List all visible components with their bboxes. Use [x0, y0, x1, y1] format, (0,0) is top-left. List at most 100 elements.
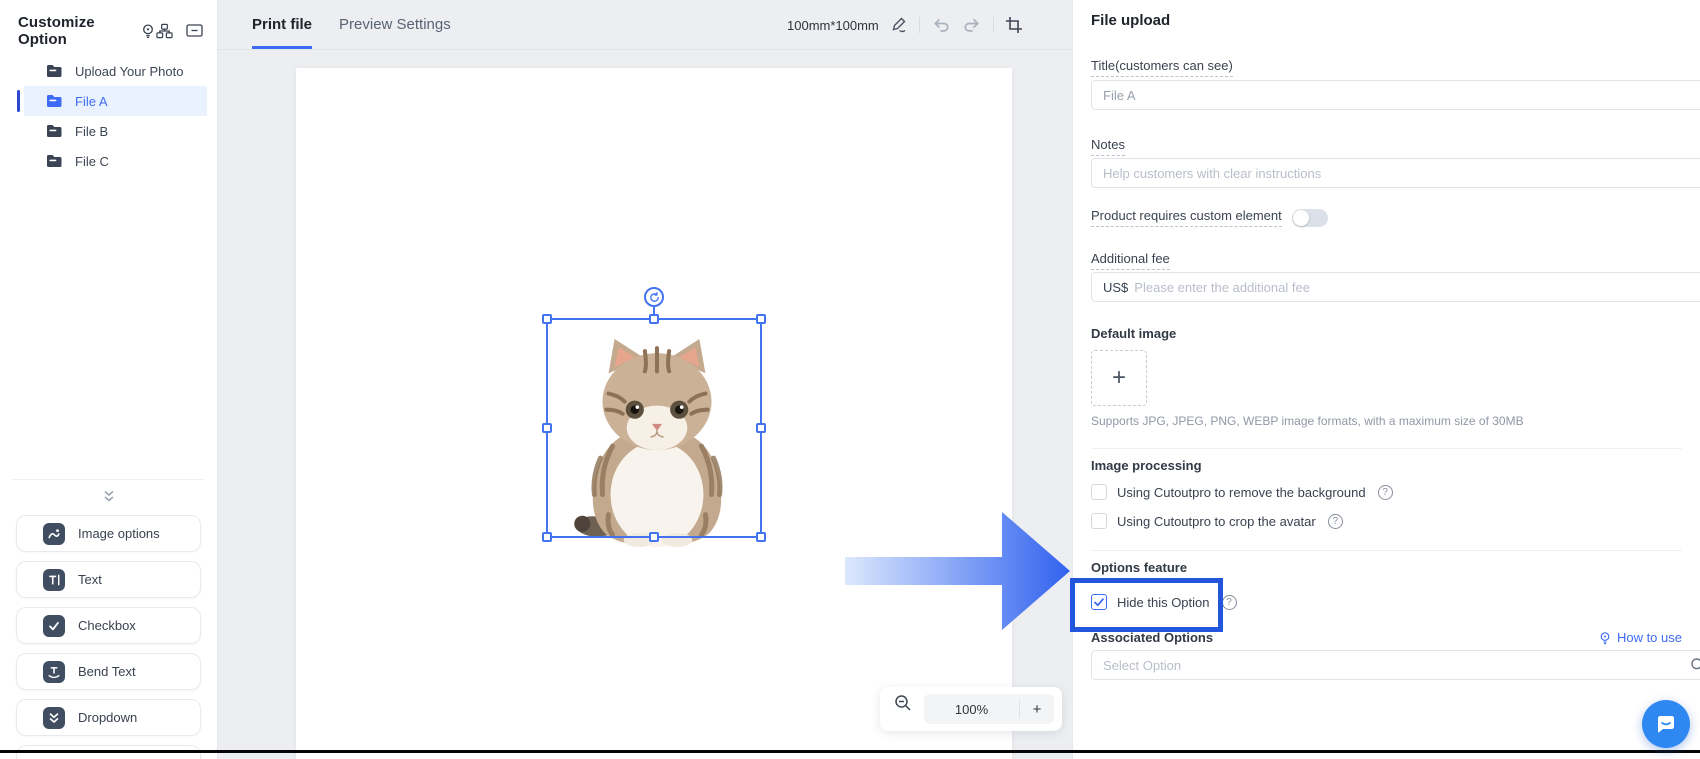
settings-panel: File upload Title(customers can see) Not…	[1072, 0, 1700, 759]
help-icon[interactable]: ?	[1328, 514, 1343, 529]
sidebar-title: Customize Option	[18, 14, 134, 48]
associated-options-row: Associated Options How to use	[1091, 630, 1682, 645]
selection-box[interactable]	[546, 318, 762, 538]
file-tree: Upload Your Photo File A File B File C	[0, 56, 217, 176]
resize-handle-bottom[interactable]	[649, 532, 659, 542]
resize-handle-top-left[interactable]	[542, 314, 552, 324]
custom-element-label: Product requires custom element	[1091, 208, 1282, 227]
zoom-out-icon[interactable]	[894, 694, 912, 712]
custom-element-toggle[interactable]	[1292, 209, 1328, 227]
redo-icon[interactable]	[962, 16, 982, 34]
image-options-icon	[43, 523, 65, 545]
chevrons-down-icon	[103, 490, 115, 503]
app-root: Customize Option	[0, 0, 1700, 759]
remove-background-label: Using Cutoutpro to remove the background	[1117, 485, 1366, 500]
tree-item-upload-your-photo[interactable]: Upload Your Photo	[24, 56, 207, 86]
edit-size-icon[interactable]	[890, 16, 908, 34]
zoom-level: 100%	[924, 702, 1019, 717]
artboard[interactable]	[296, 68, 1012, 759]
notes-field	[1091, 158, 1700, 188]
upload-hint: Supports JPG, JPEG, PNG, WEBP image form…	[1091, 414, 1682, 428]
tool-text[interactable]: Text	[16, 561, 201, 598]
tool-dropdown[interactable]: Dropdown	[16, 699, 201, 736]
notes-label: Notes	[1091, 137, 1125, 156]
bulb-icon	[1598, 631, 1612, 645]
tree-item-label: File C	[75, 154, 109, 169]
zoom-in-button[interactable]: +	[1020, 701, 1054, 718]
tree-item-file-c[interactable]: File C	[24, 146, 207, 176]
associated-options-field	[1091, 650, 1700, 680]
bend-text-icon	[43, 661, 65, 683]
folder-collapse-icon[interactable]	[186, 23, 203, 39]
sidebar-header: Customize Option	[18, 14, 203, 48]
resize-handle-right[interactable]	[756, 423, 766, 433]
rotate-handle[interactable]	[644, 287, 664, 307]
how-to-use-text: How to use	[1617, 630, 1682, 645]
tool-checkbox[interactable]: Checkbox	[16, 607, 201, 644]
undo-icon[interactable]	[931, 16, 951, 34]
tab-preview-settings[interactable]: Preview Settings	[339, 0, 451, 49]
tool-label: Text	[78, 572, 102, 587]
check-icon	[1094, 598, 1104, 607]
how-to-use-link[interactable]: How to use	[1598, 630, 1682, 645]
resize-handle-bottom-left[interactable]	[542, 532, 552, 542]
resize-handle-top[interactable]	[649, 314, 659, 324]
folder-icon-active	[46, 94, 62, 108]
title-field	[1091, 80, 1700, 110]
notes-label-row: Notes	[1091, 136, 1682, 156]
tool-label: Dropdown	[78, 710, 137, 725]
resize-handle-left[interactable]	[542, 423, 552, 433]
resize-handle-bottom-right[interactable]	[756, 532, 766, 542]
window-bottom-edge	[0, 750, 1700, 753]
select-option-input[interactable]	[1103, 658, 1690, 673]
folder-icon	[46, 124, 62, 138]
crop-icon[interactable]	[1005, 16, 1023, 34]
notes-input[interactable]	[1103, 166, 1700, 181]
zoom-control: 100% +	[880, 687, 1062, 731]
hide-option-checkbox[interactable]	[1091, 594, 1107, 610]
help-icon[interactable]: ?	[1378, 485, 1393, 500]
crop-avatar-checkbox[interactable]	[1091, 513, 1107, 529]
title-field-label-row: Title(customers can see)	[1091, 57, 1682, 77]
remove-background-checkbox[interactable]	[1091, 484, 1107, 500]
sidebar-divider	[12, 479, 205, 480]
panel-title: File upload	[1091, 12, 1682, 29]
collapse-tools-button[interactable]	[0, 490, 217, 508]
fee-label-row: Additional fee	[1091, 250, 1682, 270]
tree-item-label: File A	[75, 94, 108, 109]
element-tools: Image options Text Checkbox Bend Text	[16, 515, 201, 759]
tool-bend-text[interactable]: Bend Text	[16, 653, 201, 690]
canvas-tabbar: Print file Preview Settings 100mm*100mm	[218, 0, 1072, 50]
canvas-toolbar: 100mm*100mm	[787, 0, 1023, 50]
title-input[interactable]	[1103, 88, 1700, 103]
hide-option-label: Hide this Option	[1117, 595, 1210, 610]
folder-icon	[46, 154, 62, 168]
panel-divider	[1091, 550, 1682, 551]
tree-item-file-b[interactable]: File B	[24, 116, 207, 146]
dropdown-icon	[43, 707, 65, 729]
artboard-size-label: 100mm*100mm	[787, 18, 879, 33]
help-icon[interactable]: ?	[1222, 595, 1237, 610]
search-icon[interactable]	[1690, 657, 1700, 673]
sidebar-header-actions	[156, 23, 203, 39]
canvas-area: Print file Preview Settings 100mm*100mm	[218, 0, 1072, 759]
lamp-icon[interactable]	[140, 23, 156, 39]
fee-label: Additional fee	[1091, 251, 1170, 270]
folder-icon	[46, 64, 62, 78]
resize-handle-top-right[interactable]	[756, 314, 766, 324]
options-feature-label: Options feature	[1091, 560, 1682, 575]
hide-option-row: Hide this Option ?	[1091, 594, 1682, 610]
chat-launcher-button[interactable]	[1642, 700, 1690, 748]
default-image-upload-box[interactable]: +	[1091, 350, 1147, 406]
fee-input[interactable]	[1134, 280, 1700, 295]
tool-image-options[interactable]: Image options	[16, 515, 201, 552]
fee-field: US$	[1091, 272, 1700, 302]
sitemap-icon[interactable]	[156, 23, 173, 39]
title-field-label: Title(customers can see)	[1091, 58, 1233, 77]
toggle-knob	[1293, 210, 1309, 226]
tree-item-label: File B	[75, 124, 108, 139]
checkbox-icon	[43, 615, 65, 637]
panel-divider	[1091, 448, 1682, 449]
tab-print-file[interactable]: Print file	[252, 0, 312, 49]
tree-item-file-a[interactable]: File A	[24, 86, 207, 116]
